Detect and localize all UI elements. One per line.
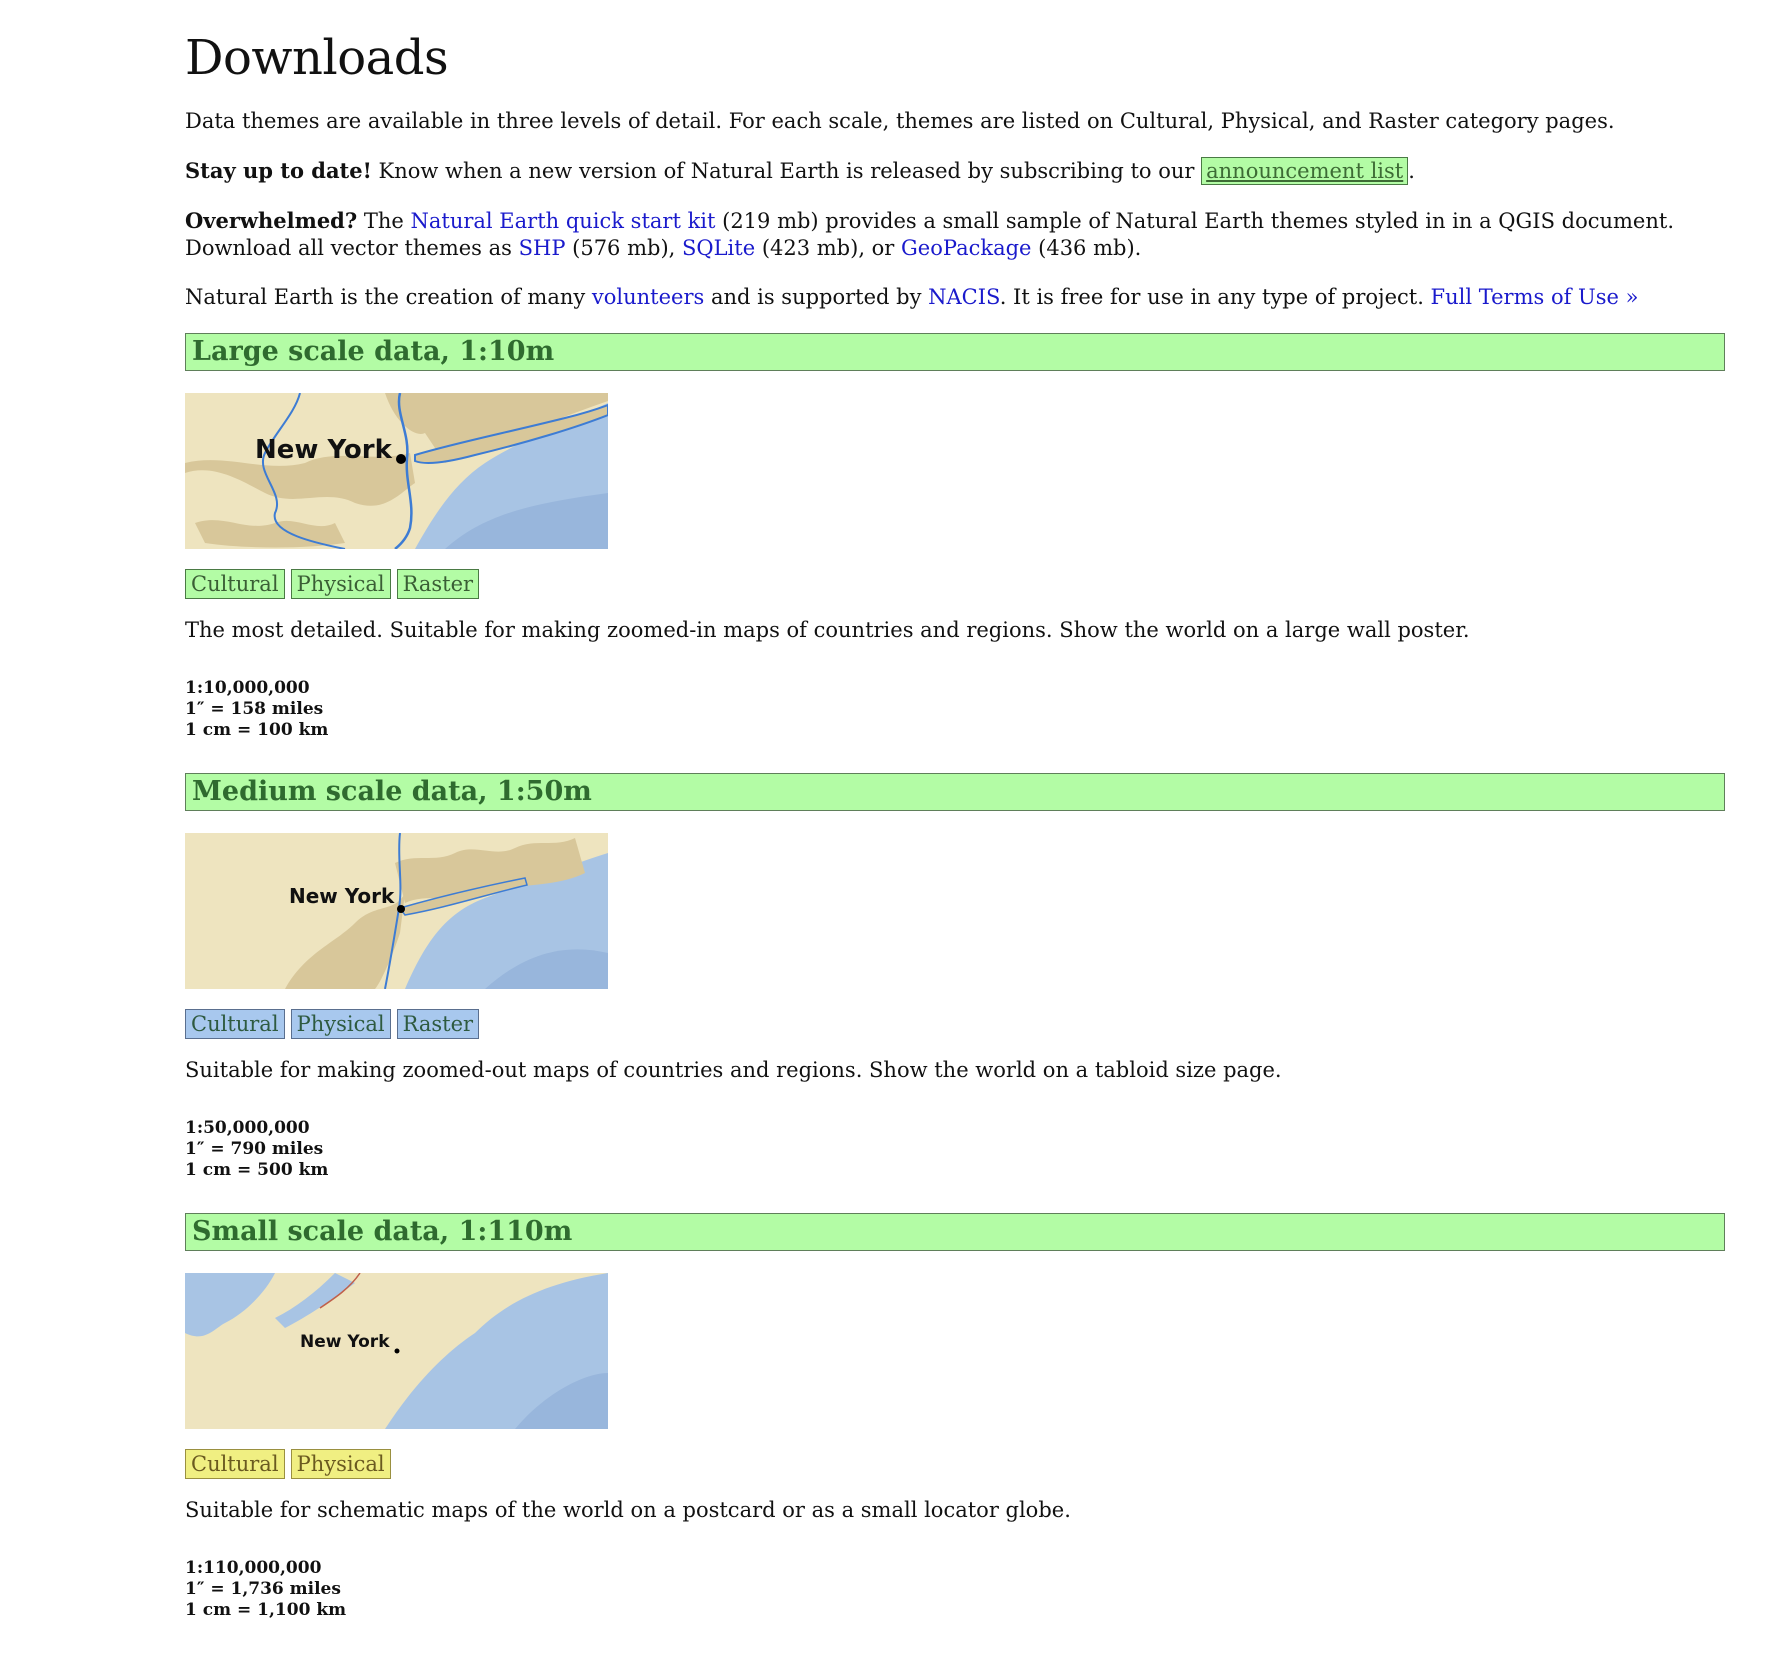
scale-inch: 1″ = 1,736 miles bbox=[185, 1579, 341, 1599]
medium-physical-button[interactable]: Physical bbox=[290, 1009, 391, 1039]
scale-ratio: 1:110,000,000 bbox=[185, 1558, 322, 1578]
large-physical-button[interactable]: Physical bbox=[290, 569, 391, 599]
small-scale-heading: Small scale data, 1:110m bbox=[185, 1213, 1725, 1251]
page-title: Downloads bbox=[185, 30, 449, 86]
medium-cultural-button[interactable]: Cultural bbox=[185, 1009, 285, 1039]
large-scale-section: Large scale data, 1:10m New York Cultura… bbox=[185, 333, 1725, 741]
credits-text-3: . It is free for use in any type of proj… bbox=[999, 285, 1431, 309]
large-scale-heading: Large scale data, 1:10m bbox=[185, 333, 1725, 371]
overwhelmed-paragraph: Overwhelmed? The Natural Earth quick sta… bbox=[185, 207, 1725, 262]
overwhelmed-text-1: The bbox=[357, 209, 411, 233]
credits-text-2: and is supported by bbox=[704, 285, 929, 309]
large-raster-button[interactable]: Raster bbox=[396, 569, 480, 599]
large-scale-map-image[interactable]: New York bbox=[185, 393, 608, 549]
large-scale-info: 1:10,000,000 1″ = 158 miles 1 cm = 100 k… bbox=[185, 678, 1725, 741]
small-scale-buttons: Cultural Physical bbox=[185, 1449, 1725, 1479]
geopackage-link[interactable]: GeoPackage bbox=[901, 236, 1031, 260]
scale-inch: 1″ = 790 miles bbox=[185, 1139, 324, 1159]
stay-bold: Stay up to date! bbox=[185, 158, 372, 183]
sqlite-link[interactable]: SQLite bbox=[682, 236, 755, 260]
large-scale-buttons: Cultural Physical Raster bbox=[185, 569, 1725, 599]
stay-end: . bbox=[1408, 159, 1415, 183]
overwhelmed-text-5: (436 mb). bbox=[1031, 236, 1142, 260]
scale-ratio: 1:10,000,000 bbox=[185, 678, 310, 698]
nacis-link[interactable]: NACIS bbox=[928, 285, 1000, 309]
scale-cm: 1 cm = 500 km bbox=[185, 1160, 329, 1180]
medium-scale-buttons: Cultural Physical Raster bbox=[185, 1009, 1725, 1039]
credits-paragraph: Natural Earth is the creation of many vo… bbox=[185, 284, 1725, 311]
credits-text-1: Natural Earth is the creation of many bbox=[185, 285, 592, 309]
medium-scale-info: 1:50,000,000 1″ = 790 miles 1 cm = 500 k… bbox=[185, 1118, 1725, 1181]
small-scale-description: Suitable for schematic maps of the world… bbox=[185, 1498, 1071, 1522]
small-scale-map-image[interactable]: New York bbox=[185, 1273, 608, 1429]
medium-scale-description: Suitable for making zoomed-out maps of c… bbox=[185, 1058, 1282, 1082]
quick-start-kit-link[interactable]: Natural Earth quick start kit bbox=[411, 209, 716, 233]
medium-raster-button[interactable]: Raster bbox=[396, 1009, 480, 1039]
intro-paragraph: Data themes are available in three level… bbox=[185, 109, 1615, 133]
scale-ratio: 1:50,000,000 bbox=[185, 1118, 310, 1138]
small-physical-button[interactable]: Physical bbox=[290, 1449, 391, 1479]
stay-up-to-date-paragraph: Stay up to date! Know when a new version… bbox=[185, 157, 1725, 185]
medium-scale-heading: Medium scale data, 1:50m bbox=[185, 773, 1725, 811]
scale-inch: 1″ = 158 miles bbox=[185, 699, 324, 719]
overwhelmed-text-3: (576 mb), bbox=[565, 236, 682, 260]
full-terms-of-use-link[interactable]: Full Terms of Use » bbox=[1431, 285, 1639, 309]
scale-cm: 1 cm = 100 km bbox=[185, 720, 329, 740]
large-scale-description: The most detailed. Suitable for making z… bbox=[185, 618, 1470, 642]
shp-link[interactable]: SHP bbox=[519, 236, 566, 260]
overwhelmed-text-4: (423 mb), or bbox=[755, 236, 902, 260]
overwhelmed-bold: Overwhelmed? bbox=[185, 208, 358, 233]
volunteers-link[interactable]: volunteers bbox=[592, 285, 704, 309]
small-cultural-button[interactable]: Cultural bbox=[185, 1449, 285, 1479]
large-cultural-button[interactable]: Cultural bbox=[185, 569, 285, 599]
downloads-page: Downloads Data themes are available in t… bbox=[185, 0, 1725, 1653]
announcement-list-link[interactable]: announcement list bbox=[1201, 157, 1409, 185]
stay-text: Know when a new version of Natural Earth… bbox=[371, 159, 1202, 183]
medium-scale-section: Medium scale data, 1:50m New York Cultur… bbox=[185, 773, 1725, 1181]
medium-scale-map-image[interactable]: New York bbox=[185, 833, 608, 989]
small-map-label: New York bbox=[300, 1332, 390, 1352]
large-map-label: New York bbox=[255, 435, 393, 465]
small-scale-section: Small scale data, 1:110m New York Cultur… bbox=[185, 1213, 1725, 1621]
small-scale-info: 1:110,000,000 1″ = 1,736 miles 1 cm = 1,… bbox=[185, 1558, 1725, 1621]
medium-map-label: New York bbox=[289, 884, 395, 908]
